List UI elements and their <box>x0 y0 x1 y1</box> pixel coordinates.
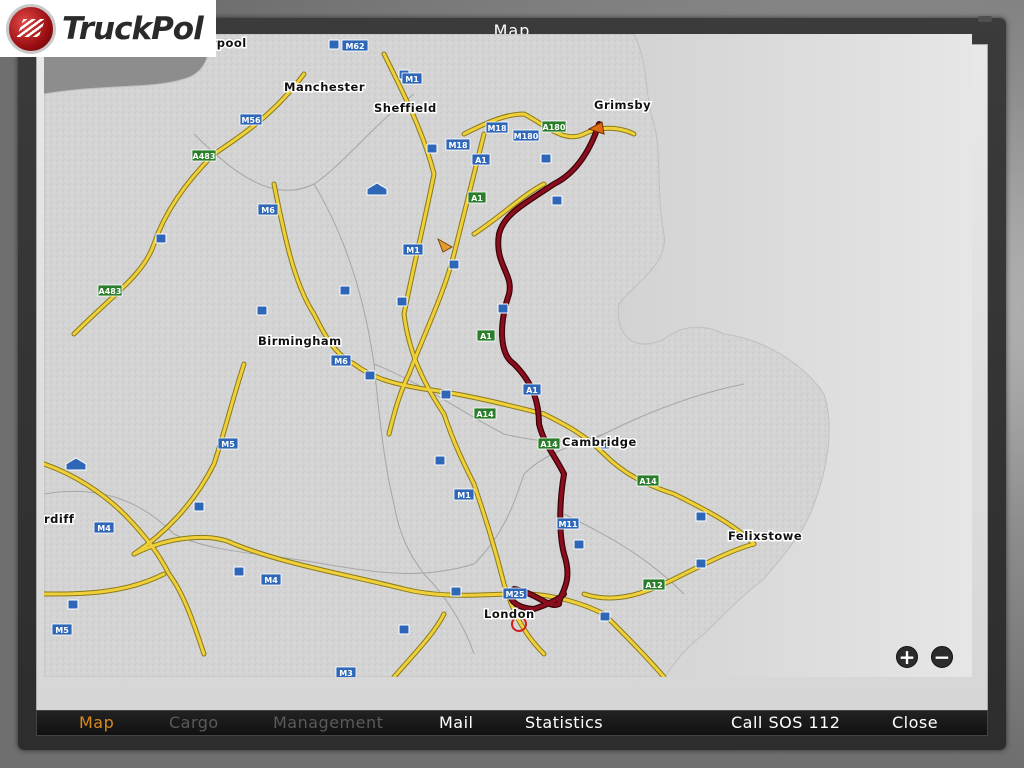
city-label-manchester: Manchester <box>284 80 365 94</box>
road-label: M11 <box>558 520 578 529</box>
road-label: M4 <box>264 576 278 585</box>
road-label: A14 <box>540 440 558 449</box>
zoom-in-button[interactable]: + <box>896 646 918 668</box>
road-label: A12 <box>645 581 662 590</box>
map-viewport[interactable]: M62 M1 M18 M180 A180 M18 A1 A1 M56 A483 … <box>44 34 972 677</box>
map-canvas[interactable]: M62 M1 M18 M180 A180 M18 A1 A1 M56 A483 … <box>44 34 972 677</box>
road-label: M6 <box>334 357 348 366</box>
city-label-london: London <box>484 607 535 621</box>
road-label: M1 <box>406 246 420 255</box>
menu-map-tab[interactable]: Map <box>79 711 114 735</box>
road-label: M18 <box>448 141 468 150</box>
menu-statistics-tab[interactable]: Statistics <box>525 711 603 735</box>
road-label: A14 <box>476 410 494 419</box>
road-label: M18 <box>487 124 507 133</box>
road-label: M62 <box>345 42 364 51</box>
road-label: A1 <box>475 156 487 165</box>
road-label: M25 <box>505 590 525 599</box>
road-label: M1 <box>457 491 471 500</box>
window-handle-icon <box>978 16 992 22</box>
bottom-menu-bar: Map Cargo Management Mail Statistics Cal… <box>36 710 988 736</box>
logo-text: TruckPol <box>62 10 204 47</box>
city-label-sheffield: Sheffield <box>374 101 437 115</box>
menu-cargo-tab: Cargo <box>169 713 219 732</box>
road-label: A180 <box>543 123 566 132</box>
road-label: M56 <box>241 116 261 125</box>
road-label: A1 <box>526 386 538 395</box>
menu-management-tab: Management <box>273 713 384 732</box>
menu-call-sos-button[interactable]: Call SOS 112 <box>731 711 840 735</box>
road-label: A1 <box>471 194 483 203</box>
road-label: M4 <box>97 524 111 533</box>
truckpol-logo: TruckPol <box>0 0 216 57</box>
road-label: M5 <box>221 440 235 449</box>
road-label: M6 <box>261 206 275 215</box>
road-label: A14 <box>639 477 657 486</box>
road-label: A483 <box>193 152 216 161</box>
road-label: M180 <box>514 132 539 141</box>
logo-emblem-icon <box>6 3 56 54</box>
city-label-grimsby: Grimsby <box>594 98 651 112</box>
road-label: M1 <box>405 75 419 84</box>
road-label: M5 <box>55 626 69 635</box>
city-label-felixstowe: Felixstowe <box>728 529 802 543</box>
menu-mail-tab[interactable]: Mail <box>439 711 474 735</box>
road-label: A483 <box>99 287 122 296</box>
road-label: A1 <box>480 332 492 341</box>
city-label-birmingham: Birmingham <box>258 334 342 348</box>
city-label-cambridge: Cambridge <box>562 435 637 449</box>
zoom-out-button[interactable]: − <box>931 646 953 668</box>
menu-close-button[interactable]: Close <box>892 711 938 735</box>
road-label: M3 <box>339 669 353 677</box>
city-label-cardiff: rdiff <box>44 512 75 526</box>
